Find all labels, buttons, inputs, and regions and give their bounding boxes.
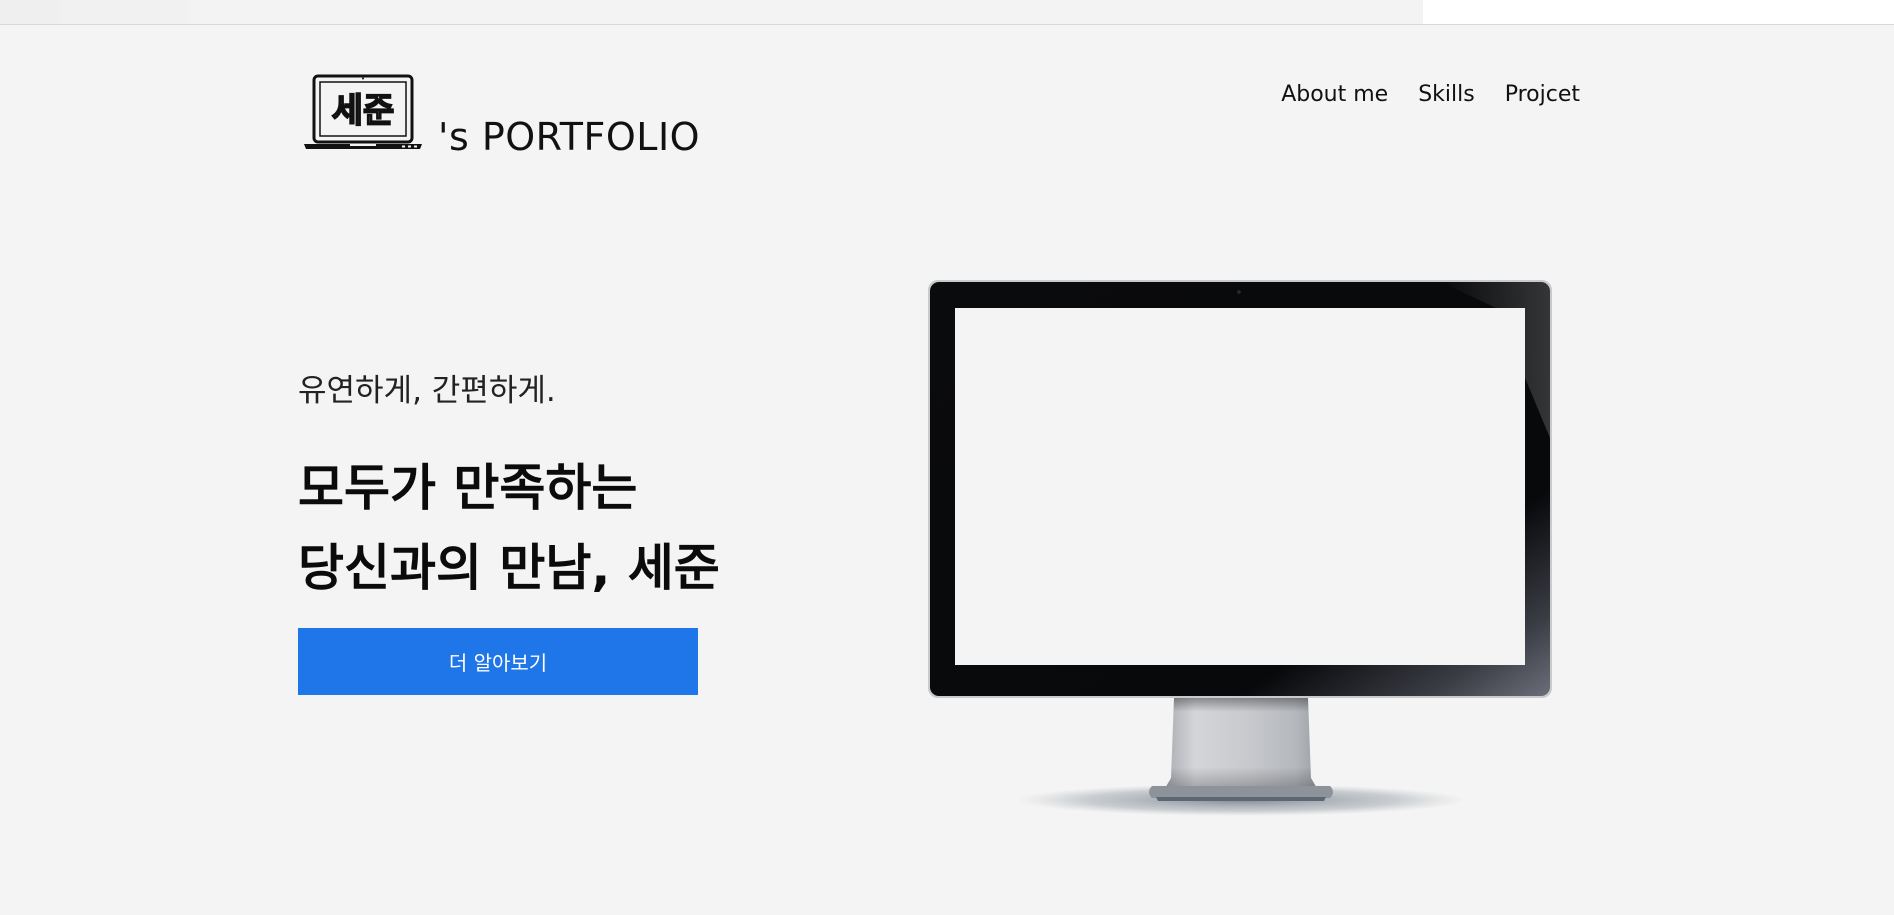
top-strip-segment bbox=[0, 0, 60, 24]
main-nav: About me Skills Projcet bbox=[1281, 80, 1580, 110]
hero-headline-line-2: 당신과의 만남, 세준 bbox=[298, 539, 720, 597]
hero-tagline: 유연하게, 간편하게. bbox=[298, 373, 556, 409]
logo-mark-text: 세준 bbox=[332, 91, 395, 131]
desktop-monitor-image bbox=[928, 280, 1552, 816]
nav-item-about-me[interactable]: About me bbox=[1281, 80, 1388, 110]
browser-top-strip bbox=[0, 0, 1894, 25]
top-strip-segment bbox=[1423, 0, 1894, 24]
hero-headline: 모두가 만족하는 당신과의 만남, 세준 bbox=[298, 448, 720, 608]
laptop-logo-icon[interactable]: 세준 bbox=[302, 74, 424, 154]
nav-item-skills[interactable]: Skills bbox=[1418, 80, 1475, 110]
hero-headline-line-1: 모두가 만족하는 bbox=[298, 459, 638, 517]
brand-title[interactable]: 's PORTFOLIO bbox=[438, 112, 700, 162]
top-strip-segment bbox=[60, 0, 188, 24]
nav-item-project[interactable]: Projcet bbox=[1505, 80, 1580, 110]
learn-more-button[interactable]: 더 알아보기 bbox=[298, 628, 698, 695]
